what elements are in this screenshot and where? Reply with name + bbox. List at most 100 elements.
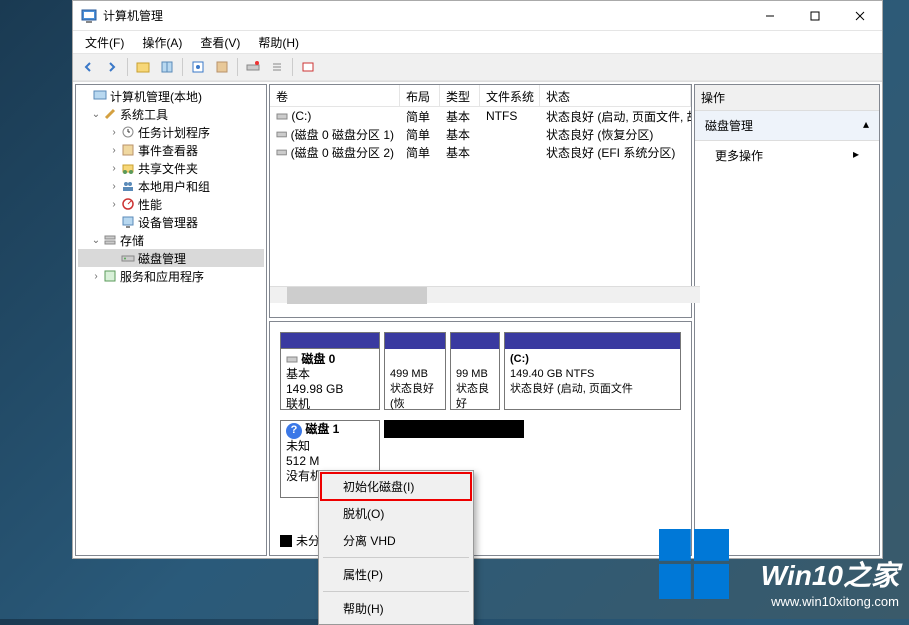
minimize-button[interactable] (747, 1, 792, 30)
expand-icon[interactable]: ⌄ (90, 109, 102, 120)
ctx-separator (323, 591, 469, 592)
actions-section-disk[interactable]: 磁盘管理 ▴ (695, 111, 879, 141)
tree-label: 磁盘管理 (138, 250, 186, 267)
tree-label: 本地用户和组 (138, 178, 210, 195)
users-icon (120, 178, 136, 194)
table-row[interactable]: (磁盘 0 磁盘分区 2) 简单 基本 状态良好 (EFI 系统分区) (270, 143, 691, 161)
tree-performance[interactable]: › 性能 (78, 195, 264, 213)
maximize-button[interactable] (792, 1, 837, 30)
tb-btn-5[interactable] (242, 56, 264, 78)
partition-1[interactable]: 499 MB状态良好 (恢 (384, 332, 446, 410)
tree-label: 共享文件夹 (138, 160, 198, 177)
window-title: 计算机管理 (103, 7, 747, 24)
drive-icon (276, 146, 287, 158)
ctx-help[interactable]: 帮助(H) (321, 595, 471, 622)
partition-3[interactable]: (C:)149.40 GB NTFS状态良好 (启动, 页面文件 (504, 332, 681, 410)
expand-icon[interactable]: › (108, 145, 120, 156)
chevron-right-icon: ▸ (853, 147, 859, 164)
perf-icon (120, 196, 136, 212)
forward-button[interactable] (101, 56, 123, 78)
table-row[interactable]: (C:) 简单 基本 NTFS 状态良好 (启动, 页面文件, 故 (270, 107, 691, 125)
col-type[interactable]: 类型 (440, 85, 480, 106)
legend-swatch (280, 535, 292, 547)
expand-icon[interactable]: › (108, 127, 120, 138)
tree-label: 性能 (138, 196, 162, 213)
window-controls (747, 1, 882, 30)
disk-name: 磁盘 1 (305, 422, 339, 436)
col-layout[interactable]: 布局 (400, 85, 440, 106)
computer-icon (92, 88, 108, 104)
tools-icon (102, 106, 118, 122)
tb-btn-4[interactable] (211, 56, 233, 78)
tree-pane[interactable]: 计算机管理(本地) ⌄ 系统工具 › 任务计划程序 › 事件查看器 › 共享文件… (75, 84, 267, 556)
toolbar-separator (182, 58, 183, 76)
hscrollbar[interactable] (270, 286, 692, 303)
disk-size: 512 M (286, 454, 319, 468)
tb-btn-1[interactable] (132, 56, 154, 78)
menu-view[interactable]: 查看(V) (192, 32, 248, 53)
table-row[interactable]: (磁盘 0 磁盘分区 1) 简单 基本 状态良好 (恢复分区) (270, 125, 691, 143)
context-menu: 初始化磁盘(I) 脱机(O) 分离 VHD 属性(P) 帮助(H) (318, 470, 474, 625)
toolbar (73, 53, 882, 81)
tree-storage[interactable]: ⌄ 存储 (78, 231, 264, 249)
disk-name: 磁盘 0 (301, 352, 335, 366)
tree-event-viewer[interactable]: › 事件查看器 (78, 141, 264, 159)
collapse-icon: ▴ (863, 117, 869, 134)
menubar: 文件(F) 操作(A) 查看(V) 帮助(H) (73, 31, 882, 53)
ctx-properties[interactable]: 属性(P) (321, 561, 471, 588)
actions-pane: 操作 磁盘管理 ▴ 更多操作 ▸ (694, 84, 880, 556)
disk-status: 没有机 (286, 469, 322, 483)
tree-root[interactable]: 计算机管理(本地) (78, 87, 264, 105)
watermark-url: www.win10xitong.com (761, 594, 899, 609)
toolbar-separator (127, 58, 128, 76)
tree-device-mgr[interactable]: 设备管理器 (78, 213, 264, 231)
tb-btn-2[interactable] (156, 56, 178, 78)
ctx-separator (323, 557, 469, 558)
volume-list[interactable]: 卷 布局 类型 文件系统 状态 (C:) 简单 基本 NTFS 状态良好 (启动… (269, 84, 692, 318)
close-button[interactable] (837, 1, 882, 30)
disk-0-info[interactable]: 磁盘 0 基本 149.98 GB 联机 (280, 332, 380, 410)
col-fs[interactable]: 文件系统 (480, 85, 540, 106)
ctx-offline[interactable]: 脱机(O) (321, 500, 471, 527)
tree-label: 事件查看器 (138, 142, 198, 159)
menu-file[interactable]: 文件(F) (77, 32, 132, 53)
event-icon (120, 142, 136, 158)
disk-info-header (281, 333, 379, 349)
partition-2[interactable]: 99 MB状态良好 (450, 332, 500, 410)
tree-shared-folders[interactable]: › 共享文件夹 (78, 159, 264, 177)
tree-local-users[interactable]: › 本地用户和组 (78, 177, 264, 195)
services-icon (102, 268, 118, 284)
expand-icon[interactable]: ⌄ (90, 235, 102, 246)
tb-btn-3[interactable] (187, 56, 209, 78)
col-status[interactable]: 状态 (540, 85, 691, 106)
share-icon (120, 160, 136, 176)
tree-services[interactable]: › 服务和应用程序 (78, 267, 264, 285)
tb-btn-7[interactable] (297, 56, 319, 78)
actions-more[interactable]: 更多操作 ▸ (695, 141, 879, 170)
tree-disk-mgmt[interactable]: 磁盘管理 (78, 249, 264, 267)
tb-btn-6[interactable] (266, 56, 288, 78)
menu-action[interactable]: 操作(A) (134, 32, 190, 53)
back-button[interactable] (77, 56, 99, 78)
clock-icon (120, 124, 136, 140)
disk-icon (286, 353, 298, 365)
ctx-detach-vhd[interactable]: 分离 VHD (321, 527, 471, 554)
expand-icon[interactable]: › (108, 199, 120, 210)
unknown-icon: ? (286, 423, 302, 439)
disk-icon (120, 250, 136, 266)
app-icon (81, 8, 97, 24)
unallocated-region[interactable] (384, 420, 524, 438)
menu-help[interactable]: 帮助(H) (250, 32, 307, 53)
tree-label: 存储 (120, 232, 144, 249)
disk-status: 联机 (286, 397, 310, 411)
hscroll-thumb[interactable] (287, 287, 427, 304)
disk-size: 149.98 GB (286, 382, 343, 396)
tree-label: 设备管理器 (138, 214, 198, 231)
expand-icon[interactable]: › (90, 271, 102, 282)
tree-task-scheduler[interactable]: › 任务计划程序 (78, 123, 264, 141)
ctx-initialize-disk[interactable]: 初始化磁盘(I) (321, 473, 471, 500)
expand-icon[interactable]: › (108, 163, 120, 174)
expand-icon[interactable]: › (108, 181, 120, 192)
tree-systools[interactable]: ⌄ 系统工具 (78, 105, 264, 123)
col-volume[interactable]: 卷 (270, 85, 400, 106)
